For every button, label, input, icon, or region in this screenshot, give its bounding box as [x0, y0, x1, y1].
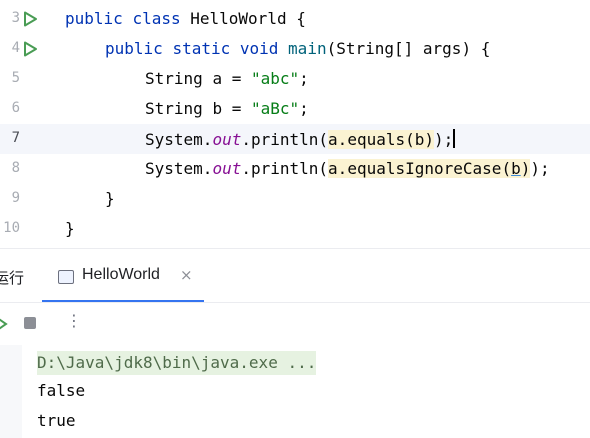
code-line-9[interactable]: 9 } [0, 184, 590, 214]
code-text: String b = "aBc"; [145, 99, 309, 118]
more-options-icon[interactable]: ⋮ [66, 311, 82, 330]
line-number: 4 [11, 40, 20, 56]
code-line-10[interactable]: 10 } [0, 214, 590, 244]
run-class-icon[interactable] [22, 11, 38, 27]
console-output[interactable]: D:\Java\jdk8\bin\java.exe ... false true [0, 345, 590, 438]
code-text: public class HelloWorld { [65, 9, 306, 28]
code-text: } [65, 219, 75, 238]
line-number: 6 [11, 100, 20, 116]
code-line-7[interactable]: 7 System.out.println(a.equals(b)); [0, 124, 590, 154]
line-number: 10 [3, 220, 20, 236]
code-text: String a = "abc"; [145, 69, 309, 88]
application-icon [58, 270, 74, 284]
code-line-8[interactable]: 8 System.out.println(a.equalsIgnoreCase(… [0, 154, 590, 184]
line-number: 5 [11, 70, 20, 86]
code-text: System.out.println(a.equals(b)); [145, 129, 456, 149]
run-panel-title: 运行 [0, 269, 25, 287]
line-number: 8 [11, 160, 20, 176]
rerun-icon[interactable] [0, 315, 8, 333]
line-number: 9 [11, 190, 20, 206]
code-text: public static void main(String[] args) { [105, 39, 491, 58]
code-line-6[interactable]: 6 String b = "aBc"; [0, 94, 590, 124]
code-text: } [105, 189, 115, 208]
line-number: 7 [11, 130, 20, 146]
code-line-3[interactable]: 3 public class HelloWorld { [0, 4, 590, 34]
tab-helloworld[interactable]: HelloWorld × [42, 250, 204, 302]
stop-icon[interactable] [24, 317, 36, 329]
code-text: System.out.println(a.equalsIgnoreCase(b)… [145, 159, 550, 178]
run-main-icon[interactable] [22, 41, 38, 57]
tab-label: HelloWorld [82, 266, 160, 283]
text-caret [453, 129, 456, 148]
console-output-line: true [37, 411, 76, 430]
code-editor[interactable]: 3 public class HelloWorld { 4 public sta… [0, 0, 590, 250]
code-line-5[interactable]: 5 String a = "abc"; [0, 64, 590, 94]
console-command-line: D:\Java\jdk8\bin\java.exe ... [37, 351, 317, 375]
run-actions-bar: ⋮ [0, 303, 590, 345]
console-output-line: false [37, 381, 86, 400]
console-gutter [0, 345, 22, 438]
code-line-4[interactable]: 4 public static void main(String[] args)… [0, 34, 590, 64]
run-tool-window-header: 运行 HelloWorld × [0, 250, 590, 303]
divider [0, 248, 590, 249]
close-icon[interactable]: × [180, 266, 193, 284]
line-number: 3 [11, 10, 20, 26]
